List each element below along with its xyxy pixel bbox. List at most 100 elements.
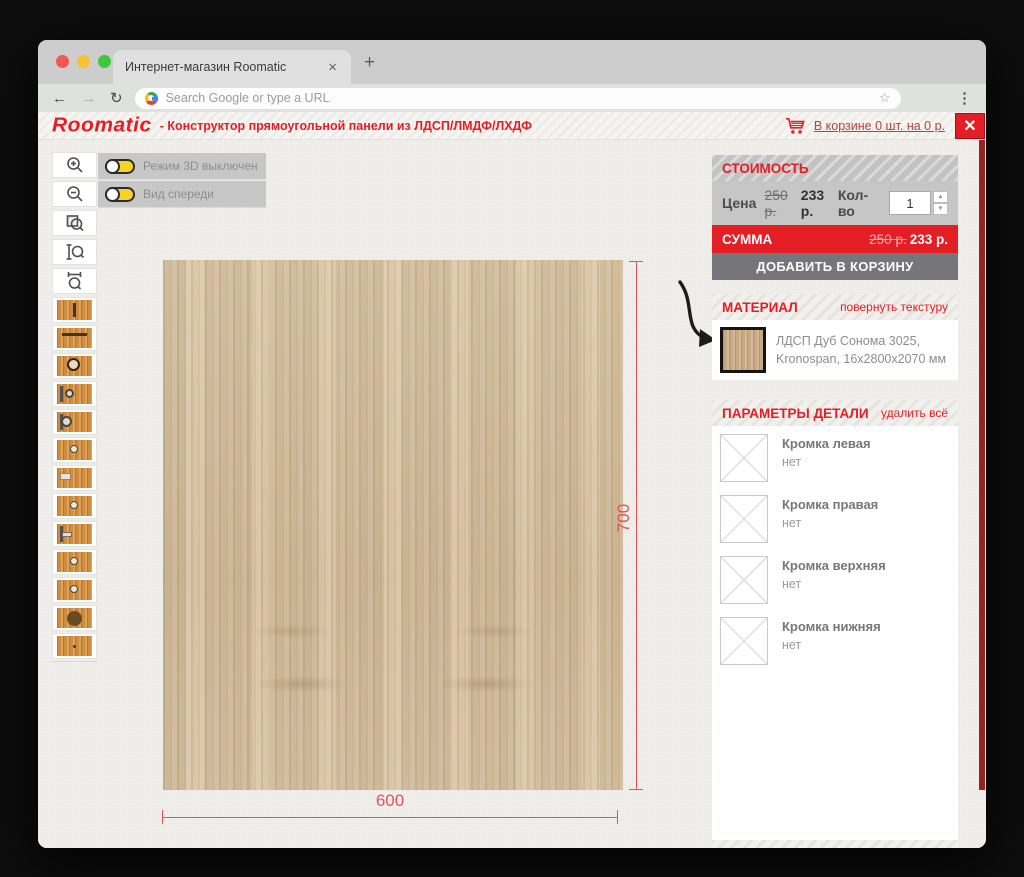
address-placeholder: Search Google or type a URL xyxy=(166,91,879,105)
cost-title: СТОИМОСТЬ xyxy=(722,161,809,176)
edge-item-right: Кромка правая нет xyxy=(720,495,958,543)
edge-title: Кромка нижняя xyxy=(782,619,881,634)
cart-icon xyxy=(785,117,807,135)
forward-icon[interactable]: → xyxy=(81,91,96,106)
screenshot-stage: Интернет-магазин Roomatic × + ← → ↻ Sear… xyxy=(0,0,1024,877)
rotate-texture-link[interactable]: повернуть текстуру xyxy=(840,300,948,314)
toggle-view-switch-icon[interactable] xyxy=(105,187,135,202)
toggle-3d-switch-icon[interactable] xyxy=(105,159,135,174)
edge-none-icon[interactable] xyxy=(720,556,768,604)
pilot-hole-icon[interactable] xyxy=(52,633,97,659)
toggle-3d-mode[interactable]: Режим 3D выключен xyxy=(98,153,266,179)
edge-value: нет xyxy=(782,455,871,469)
side-slot-icon[interactable] xyxy=(52,521,97,547)
corner-notch-icon[interactable] xyxy=(52,465,97,491)
window-controls xyxy=(56,55,111,68)
site-logo[interactable]: Roomatic xyxy=(52,116,152,136)
material-name-line1: ЛДСП Дуб Сонома 3025, xyxy=(776,332,946,350)
material-swatch[interactable] xyxy=(720,327,766,373)
browser-window: Интернет-магазин Roomatic × + ← → ↻ Sear… xyxy=(38,40,986,848)
toolbar-divider xyxy=(52,661,97,662)
vertical-cut-icon[interactable] xyxy=(52,297,97,323)
old-price: 250 р. xyxy=(764,187,800,219)
edge-title: Кромка левая xyxy=(782,436,871,451)
price-label: Цена xyxy=(722,195,756,211)
left-toolbar xyxy=(52,152,97,662)
quantity-input[interactable] xyxy=(889,191,931,215)
view-toggles: Режим 3D выключен Вид спереди xyxy=(98,153,266,209)
material-title: МАТЕРИАЛ xyxy=(722,300,798,315)
browser-tab[interactable]: Интернет-магазин Roomatic × xyxy=(113,50,351,84)
small-hole-icon[interactable] xyxy=(52,577,97,603)
zoom-window-button[interactable] xyxy=(98,55,111,68)
tab-strip: Интернет-магазин Roomatic × + xyxy=(38,40,986,84)
horizontal-cut-icon[interactable] xyxy=(52,325,97,351)
sum-row: СУММА 250 р. 233 р. xyxy=(712,225,958,253)
zoom-fit-icon[interactable] xyxy=(52,210,97,236)
quantity-stepper: ▲ ▼ xyxy=(933,191,948,215)
add-to-cart-button[interactable]: ДОБАВИТЬ В КОРЗИНУ xyxy=(712,253,958,280)
small-hole-icon[interactable] xyxy=(52,493,97,519)
bookmark-star-icon[interactable]: ☆ xyxy=(879,90,891,106)
edge-value: нет xyxy=(782,577,886,591)
cost-section-header: СТОИМОСТЬ xyxy=(712,155,958,181)
height-dimension-line xyxy=(636,261,637,790)
back-icon[interactable]: ← xyxy=(52,91,67,106)
params-section-header: ПАРАМЕТРЫ ДЕТАЛИ удалить всё xyxy=(712,400,958,426)
width-dimension-line xyxy=(162,817,618,818)
site-subtitle: - Конструктор прямоугольной панели из ЛД… xyxy=(160,119,532,133)
small-hole-icon[interactable] xyxy=(52,437,97,463)
material-row: ЛДСП Дуб Сонома 3025, Kronospan, 16х2800… xyxy=(712,320,958,380)
zoom-out-icon[interactable] xyxy=(52,181,97,207)
close-window-button[interactable] xyxy=(56,55,69,68)
new-tab-button[interactable]: + xyxy=(364,52,375,74)
browser-menu-icon[interactable]: ⋮ xyxy=(957,89,972,107)
cup-hole-left-icon[interactable] xyxy=(52,409,97,435)
edges-list: Кромка левая нет Кромка правая нет xyxy=(712,426,958,840)
main-content: Режим 3D выключен Вид спереди 700 600 СТ… xyxy=(38,140,986,848)
price-row: Цена 250 р. 233 р. Кол-во ▲ ▼ xyxy=(712,181,958,225)
small-hole-icon[interactable] xyxy=(52,549,97,575)
tab-title: Интернет-магазин Roomatic xyxy=(125,60,326,74)
zoom-in-icon[interactable] xyxy=(52,152,97,178)
site-header: Roomatic - Конструктор прямоугольной пан… xyxy=(38,112,986,140)
large-hole-icon[interactable] xyxy=(52,353,97,379)
zoom-width-icon[interactable] xyxy=(52,268,97,294)
material-section-header: МАТЕРИАЛ повернуть текстуру xyxy=(712,294,958,320)
page-scrollbar[interactable] xyxy=(979,140,985,790)
quantity-label: Кол-во xyxy=(838,187,882,219)
edge-value: нет xyxy=(782,516,878,530)
tab-close-icon[interactable]: × xyxy=(326,59,339,76)
delete-all-link[interactable]: удалить всё xyxy=(881,406,948,420)
quantity-down-icon[interactable]: ▼ xyxy=(933,203,948,215)
reload-icon[interactable]: ↻ xyxy=(110,91,123,106)
site-close-button[interactable]: ✕ xyxy=(955,113,985,139)
cart-link[interactable]: В корзине 0 шт. на 0 р. xyxy=(814,119,945,133)
sum-new-price: 233 р. xyxy=(910,232,948,247)
toggle-view-label: Вид спереди xyxy=(143,187,214,201)
sidebar: СТОИМОСТЬ Цена 250 р. 233 р. Кол-во ▲ ▼ … xyxy=(712,155,958,848)
minimize-window-button[interactable] xyxy=(77,55,90,68)
edge-none-icon[interactable] xyxy=(720,434,768,482)
address-bar[interactable]: Search Google or type a URL ☆ xyxy=(135,88,901,109)
zoom-height-icon[interactable] xyxy=(52,239,97,265)
toggle-view-front[interactable]: Вид спереди xyxy=(98,181,266,207)
height-dimension-label: 700 xyxy=(614,488,634,548)
toggle-3d-label: Режим 3D выключен xyxy=(143,159,258,173)
hinge-left-icon[interactable] xyxy=(52,381,97,407)
quantity-up-icon[interactable]: ▲ xyxy=(933,191,948,203)
sum-label: СУММА xyxy=(722,232,772,247)
sidebar-footer xyxy=(712,840,958,848)
new-price: 233 р. xyxy=(801,187,838,219)
panel-preview[interactable] xyxy=(163,260,623,790)
edge-none-icon[interactable] xyxy=(720,495,768,543)
edge-item-bottom: Кромка нижняя нет xyxy=(720,617,958,665)
edge-none-icon[interactable] xyxy=(720,617,768,665)
filled-hole-icon[interactable] xyxy=(52,605,97,631)
edge-item-left: Кромка левая нет xyxy=(720,434,958,482)
edge-item-top: Кромка верхняя нет xyxy=(720,556,958,604)
edge-value: нет xyxy=(782,638,881,652)
material-name-line2: Kronospan, 16х2800х2070 мм xyxy=(776,350,946,368)
address-toolbar: ← → ↻ Search Google or type a URL ☆ ⋮ xyxy=(38,84,986,112)
google-logo-icon xyxy=(145,92,158,105)
